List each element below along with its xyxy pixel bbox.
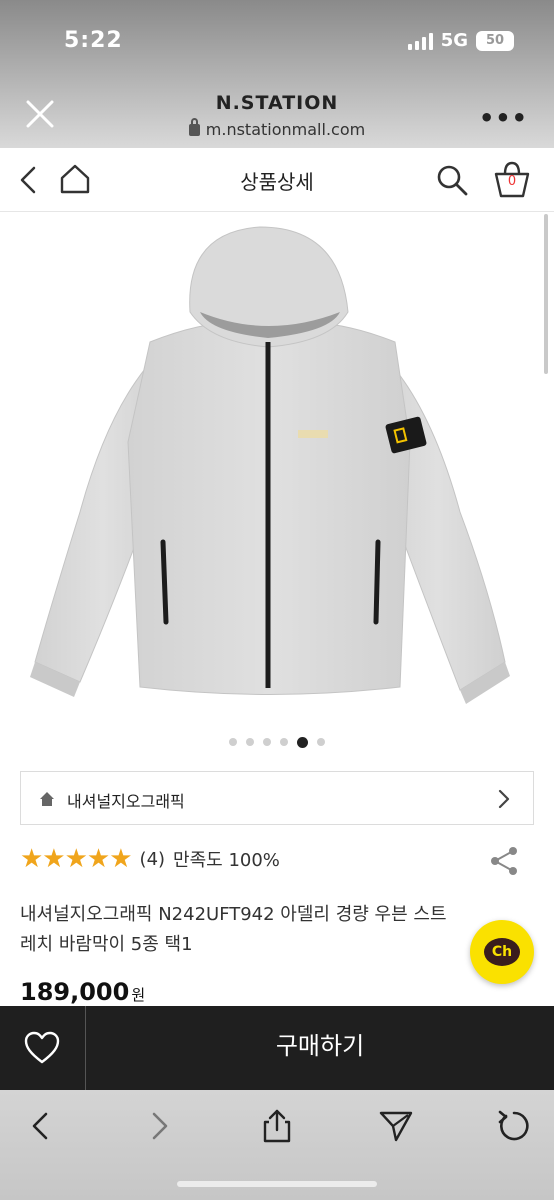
review-count: (4) bbox=[139, 848, 166, 870]
browser-chrome: 5:22 5G 50 N.STATION m.nstationmall.com … bbox=[0, 0, 554, 148]
carousel-dot-active[interactable] bbox=[297, 736, 308, 748]
brand-name: 내셔널지오그래픽 bbox=[67, 792, 185, 811]
share-icon[interactable] bbox=[488, 845, 520, 877]
battery-icon: 50 bbox=[476, 30, 514, 51]
rating-stars: ★★★★★ bbox=[20, 844, 133, 874]
brand-link[interactable]: 내셔널지오그래픽 bbox=[20, 771, 534, 825]
more-menu-button[interactable]: ••• bbox=[479, 104, 528, 132]
buy-button[interactable]: 구매하기 bbox=[86, 1006, 554, 1090]
product-name: 내셔널지오그래픽 N242UFT942 아델리 경량 우븐 스트레치 바람막이 … bbox=[20, 904, 447, 955]
product-price: 189,000 원 bbox=[20, 978, 145, 1006]
chevron-right-icon bbox=[498, 789, 510, 809]
carousel-dot[interactable] bbox=[229, 738, 237, 746]
price-value: 189,000 bbox=[20, 978, 130, 1006]
search-button[interactable] bbox=[434, 162, 470, 198]
page-scrollbar[interactable] bbox=[544, 214, 548, 374]
cart-button[interactable]: 0 bbox=[492, 160, 532, 200]
status-time: 5:22 bbox=[64, 28, 123, 53]
price-currency: 원 bbox=[131, 986, 146, 1004]
rating-summary[interactable]: ★★★★★ (4) 만족도 100% bbox=[20, 843, 280, 875]
browser-back-button[interactable] bbox=[22, 1108, 58, 1144]
send-icon[interactable] bbox=[378, 1108, 414, 1144]
status-indicators: 5G 50 bbox=[407, 30, 514, 51]
home-icon bbox=[40, 792, 54, 806]
carousel-dot[interactable] bbox=[263, 738, 271, 746]
lock-icon bbox=[188, 118, 200, 136]
kakao-chat-button[interactable]: Ch bbox=[470, 920, 534, 984]
product-image-carousel[interactable] bbox=[0, 212, 554, 752]
chat-label: Ch bbox=[484, 938, 520, 966]
carousel-dot[interactable] bbox=[317, 738, 325, 746]
carousel-dot[interactable] bbox=[246, 738, 254, 746]
wishlist-button[interactable] bbox=[0, 1006, 86, 1090]
reload-icon[interactable] bbox=[496, 1108, 532, 1144]
app-header: 상품상세 0 bbox=[0, 148, 554, 212]
satisfaction-label: 만족도 100% bbox=[173, 850, 280, 871]
url-text: m.nstationmall.com bbox=[205, 120, 366, 139]
purchase-bar: 구매하기 bbox=[0, 1006, 554, 1090]
network-label: 5G bbox=[440, 30, 468, 51]
carousel-dot[interactable] bbox=[280, 738, 288, 746]
browser-forward-button[interactable] bbox=[142, 1108, 178, 1144]
cart-count-badge: 0 bbox=[507, 174, 517, 189]
home-indicator[interactable] bbox=[177, 1181, 377, 1187]
signal-icon bbox=[407, 32, 433, 50]
site-title: N.STATION bbox=[215, 92, 339, 114]
heart-icon bbox=[24, 1031, 60, 1064]
url-bar[interactable]: m.nstationmall.com bbox=[0, 118, 554, 139]
page-title: 상품상세 bbox=[240, 170, 314, 194]
carousel-dots bbox=[0, 736, 554, 748]
jacket-image bbox=[30, 226, 510, 704]
share-upload-button[interactable] bbox=[259, 1108, 295, 1144]
